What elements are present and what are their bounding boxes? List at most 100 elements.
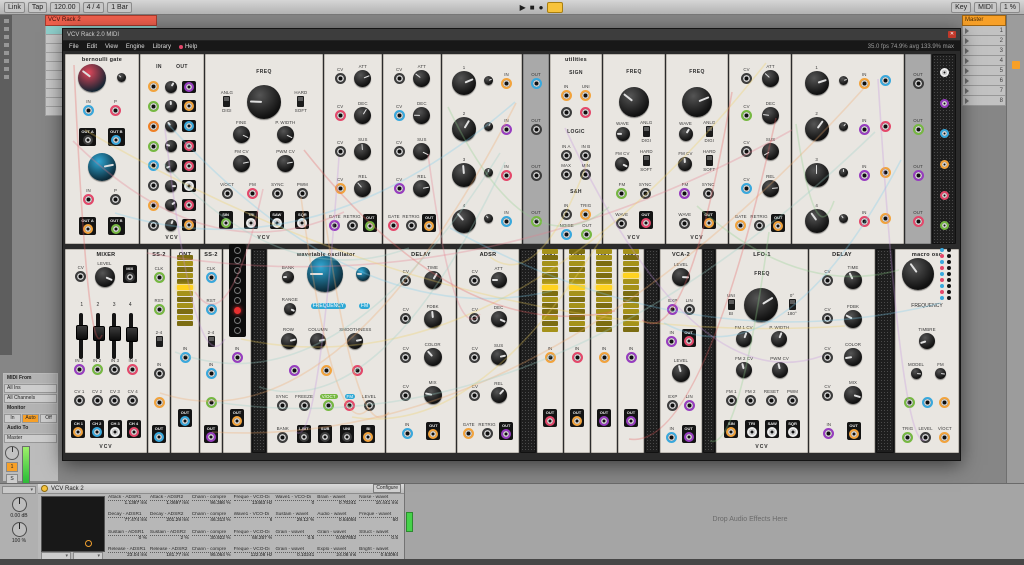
- sqr-output[interactable]: SQR: [295, 211, 309, 229]
- out-output[interactable]: OUT: [624, 409, 638, 427]
- scene-slot-7[interactable]: 7: [962, 86, 1006, 96]
- param-knob[interactable]: [484, 214, 493, 223]
- out-a-output[interactable]: OUT A: [79, 217, 95, 235]
- output-jack[interactable]: [849, 429, 859, 439]
- automation-param[interactable]: Chann - compre95.064 %: [192, 547, 231, 558]
- exp-jack[interactable]: [667, 304, 678, 315]
- automation-param[interactable]: Freque - VCO-Di68.257 %: [234, 530, 273, 541]
- param-knob[interactable]: [744, 288, 778, 322]
- signal-jack[interactable]: [939, 397, 950, 408]
- sync-jack[interactable]: [277, 400, 288, 411]
- tap-tempo-button[interactable]: Tap: [28, 2, 47, 13]
- out-b-output[interactable]: OUT B: [108, 128, 124, 146]
- fm-jack[interactable]: [344, 400, 355, 411]
- tri-output[interactable]: TRI: [244, 211, 258, 229]
- automation-param[interactable]: Freque - wavet60: [359, 512, 398, 523]
- link-button[interactable]: Link: [4, 2, 25, 13]
- v-oct-jack[interactable]: [939, 432, 950, 443]
- mix-knob[interactable]: [844, 386, 862, 404]
- in-jack[interactable]: [666, 432, 677, 443]
- p-jack[interactable]: [110, 105, 121, 116]
- out-output[interactable]: [182, 199, 196, 211]
- saw-output[interactable]: SAW: [270, 211, 284, 229]
- ch-4-output[interactable]: CH 4: [127, 420, 141, 438]
- out-output[interactable]: OUT: [178, 409, 192, 427]
- out-jack[interactable]: [913, 124, 924, 135]
- range-knob[interactable]: [284, 303, 296, 315]
- v-oct-jack[interactable]: [323, 400, 334, 411]
- anlg-switch[interactable]: [223, 96, 230, 107]
- gate-jack[interactable]: [463, 428, 474, 439]
- in-jack[interactable]: [561, 209, 572, 220]
- 2-4-switch[interactable]: [208, 336, 215, 347]
- signal-jack[interactable]: [206, 397, 217, 408]
- retrig-jack[interactable]: [754, 220, 765, 231]
- fm-knob[interactable]: [935, 368, 946, 379]
- automation-param[interactable]: Decay - ADSR2201.29 ms: [150, 512, 189, 523]
- automation-param[interactable]: Chann - compre46.313 %: [192, 512, 231, 523]
- out-output[interactable]: [182, 219, 196, 231]
- automation-param[interactable]: Explo - wavet24.08 ms: [317, 547, 356, 558]
- mix-knob[interactable]: [424, 386, 442, 404]
- in-jack[interactable]: [402, 428, 413, 439]
- scene-slot-5[interactable]: 5: [962, 66, 1006, 76]
- param-knob[interactable]: [165, 219, 177, 231]
- p-width-knob[interactable]: [277, 126, 294, 143]
- cv-jack[interactable]: [469, 390, 480, 401]
- sin-output[interactable]: SIN: [724, 420, 738, 438]
- gate-jack[interactable]: [388, 220, 399, 231]
- dec-knob[interactable]: [491, 311, 507, 327]
- bank-jack[interactable]: [277, 432, 288, 443]
- output-jack[interactable]: [125, 272, 135, 282]
- cv-jack[interactable]: [75, 271, 86, 282]
- retrig-jack[interactable]: [347, 220, 358, 231]
- rel-knob[interactable]: [762, 180, 779, 197]
- signal-jack[interactable]: [148, 200, 159, 211]
- output-jack[interactable]: [747, 427, 757, 437]
- tempo-display[interactable]: 120.00: [50, 2, 79, 13]
- out-jack[interactable]: [913, 170, 924, 181]
- signal-jack[interactable]: [940, 221, 949, 230]
- uni-output[interactable]: UNI: [340, 425, 354, 443]
- gain-knob[interactable]: [12, 497, 27, 512]
- in-jack[interactable]: [545, 352, 556, 363]
- pwm-cv-knob[interactable]: [277, 155, 294, 172]
- cv-jack[interactable]: [400, 352, 411, 363]
- xy-cursor[interactable]: [85, 540, 92, 547]
- scene-slot-1[interactable]: 1: [962, 26, 1006, 36]
- scene-slot-4[interactable]: 4: [962, 56, 1006, 66]
- level-jack[interactable]: [920, 432, 931, 443]
- signal-jack[interactable]: [148, 160, 159, 171]
- cv-jack[interactable]: [741, 110, 752, 121]
- output-jack[interactable]: [184, 161, 194, 171]
- signal-jack[interactable]: [880, 121, 891, 132]
- wave-jack[interactable]: [616, 218, 627, 229]
- automation-param[interactable]: Grain - wavet0.5: [275, 530, 314, 541]
- cv-jack[interactable]: [394, 146, 405, 157]
- fm-cv-knob[interactable]: [678, 157, 692, 171]
- output-jack[interactable]: [773, 221, 783, 231]
- out-jack[interactable]: [531, 216, 542, 227]
- cv-jack[interactable]: [335, 183, 346, 194]
- track-header[interactable]: VCV Rack 2: [45, 15, 157, 26]
- ch-3-output[interactable]: CH 3: [108, 420, 122, 438]
- in-jack[interactable]: [154, 368, 165, 379]
- p-jack[interactable]: [110, 194, 121, 205]
- in-a-jack[interactable]: [561, 150, 572, 161]
- output-jack[interactable]: [297, 218, 307, 228]
- cv-jack[interactable]: [469, 313, 480, 324]
- automation-param[interactable]: Chann - compre30.922 %: [192, 530, 231, 541]
- output-jack[interactable]: [684, 432, 694, 442]
- cv-jack[interactable]: [822, 390, 833, 401]
- param-knob[interactable]: [484, 122, 493, 131]
- automation-param[interactable]: Freque - VCO-Di13463 Hz: [234, 495, 273, 506]
- level-slider[interactable]: [112, 313, 116, 359]
- color-knob[interactable]: [844, 348, 862, 366]
- fm-cv-knob[interactable]: [615, 157, 629, 171]
- level-slider[interactable]: [79, 313, 83, 359]
- output-jack[interactable]: [626, 416, 636, 426]
- out-output[interactable]: OUT: [543, 409, 557, 427]
- automation-param[interactable]: Wave1 - VCO-Di0: [275, 495, 314, 506]
- output-jack[interactable]: [363, 432, 373, 442]
- plugin-xy-panel[interactable]: [41, 496, 105, 552]
